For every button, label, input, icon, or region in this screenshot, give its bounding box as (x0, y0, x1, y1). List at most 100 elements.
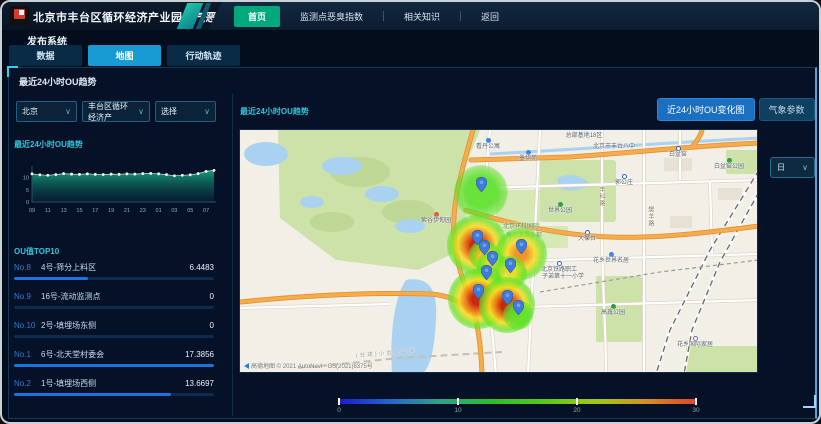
rank-label: No.8 (14, 263, 41, 272)
map-label: 大葆台 (578, 230, 596, 243)
map-label: 丰科路 (597, 186, 604, 207)
ou-value: 0 (210, 292, 214, 301)
station-name: 4号-筛分上料区 (41, 262, 190, 273)
map-label: 北京市丰台八中 (593, 144, 635, 151)
svg-text:5: 5 (26, 188, 29, 194)
scale-tick-label: 20 (573, 407, 580, 414)
scale-tick-mark (338, 398, 340, 405)
attribution-text: 高德地图 © 2021 AutoNavi - GS(2021)6375号 (251, 361, 373, 370)
select-value: 北京 (22, 106, 38, 117)
station-name: 1号-填埋场西侧 (41, 378, 185, 389)
ou-value: 0 (210, 321, 214, 330)
svg-text:0: 0 (26, 200, 29, 206)
scale-tick-mark (457, 398, 459, 405)
poi-icon (608, 252, 613, 257)
station-name: 16号-流动监测点 (41, 291, 210, 302)
chevron-down-icon: ∨ (802, 163, 808, 172)
map-pin[interactable] (505, 258, 516, 273)
map-label: 白盆窑公园 (714, 158, 744, 171)
svg-text:23: 23 (140, 208, 146, 214)
select-value: 丰台区循环经济产 (88, 101, 135, 123)
scale-tick-mark (576, 398, 578, 405)
map-buttons: 近24小时OU变化图气象参数 (657, 98, 815, 121)
map-pin[interactable] (487, 251, 498, 266)
nav-home[interactable]: 首页 (234, 6, 280, 27)
rank-bar (14, 306, 214, 309)
map-period-value: 日 (777, 162, 785, 173)
ranking-row: No.102号-填埋场东侧0 (14, 317, 214, 346)
station-name: 2号-填埋场东侧 (41, 320, 210, 331)
poi-icon (557, 202, 562, 207)
metro-station-icon (621, 174, 626, 179)
chart-label: 最近24小时OU趋势 (14, 139, 83, 150)
map-pin[interactable] (481, 265, 492, 280)
map-section-label: 最近24小时OU趋势 (240, 106, 309, 117)
map-label: 郭公庄 (615, 174, 633, 187)
svg-text:19: 19 (108, 208, 114, 214)
tab-track[interactable]: 行动轨迹 (167, 45, 240, 66)
ranking-row: No.21号-填埋场西侧13.6697 (14, 375, 214, 404)
map-pin[interactable] (516, 239, 527, 254)
map-period-select[interactable]: 日 ∨ (770, 157, 815, 178)
poi-icon (610, 304, 615, 309)
ou-value: 17.3856 (185, 350, 214, 359)
svg-text:07: 07 (203, 208, 209, 214)
svg-text:05: 05 (187, 208, 193, 214)
park-select[interactable]: 丰台区循环经济产∨ (82, 101, 150, 122)
svg-text:11: 11 (45, 208, 51, 214)
map-label: 高鑫公园 (601, 304, 625, 317)
city-select[interactable]: 北京∨ (16, 101, 77, 122)
top-nav: 首页 监测点恶臭指数 相关知识 返回 (208, 2, 819, 30)
heat-scale-gradient (339, 399, 696, 404)
map-label: 紫谷伊甸园 (421, 212, 451, 225)
rank-label: No.2 (14, 379, 41, 388)
heat-scale: 0102030 (339, 399, 696, 415)
map-label: 花乡世界名居 (593, 252, 629, 265)
weather-params-button[interactable]: 气象参数 (759, 98, 815, 121)
furniture-mall-icon (692, 336, 697, 341)
rank-label: No.10 (14, 321, 41, 330)
panel-corner-accent (7, 66, 18, 77)
tab-map[interactable]: 地图 (88, 45, 161, 66)
ou-change-chart-button[interactable]: 近24小时OU变化图 (657, 98, 755, 121)
filter-selects: 北京∨丰台区循环经济产∨选择∨ (16, 101, 216, 122)
rank-bar (14, 393, 214, 396)
tab-data[interactable]: 数据 (9, 45, 82, 66)
svg-text:10: 10 (23, 176, 29, 182)
station-select[interactable]: 选择∨ (155, 101, 216, 122)
poi-icon (485, 138, 490, 143)
poi-icon (726, 158, 731, 163)
map-pin[interactable] (502, 290, 513, 305)
ou-ranking-list: No.84号-筛分上料区6.4483No.916号-流动监测点0No.102号-… (14, 259, 214, 404)
scale-tick-label: 10 (454, 407, 461, 414)
map-label: 看丹公寓 (476, 138, 500, 151)
nav-back[interactable]: 返回 (477, 10, 503, 23)
amap-logo-icon (244, 363, 249, 369)
top-bar: 北京市丰台区循环经济产业园大气恶臭状况实时 首页监测点恶臭指数相关知识返回 (2, 2, 819, 30)
map-pin[interactable] (476, 177, 487, 192)
rank-bar (14, 277, 214, 280)
nav-knowledge[interactable]: 相关知识 (400, 10, 444, 23)
map-label: 墨华苑 (519, 150, 537, 163)
map-canvas[interactable]: 看丹公寓墨华苑总部基地18区北京市丰台八中白盆窑白盆窑公园郭公庄世界公园北京环科… (239, 129, 758, 373)
ou-trend-chart: 0510091113151719212301030507 (10, 154, 222, 222)
nav-separator (383, 11, 384, 21)
ou-value: 13.6697 (185, 379, 214, 388)
ou-value: 6.4483 (190, 263, 214, 272)
map-pin[interactable] (473, 284, 484, 299)
svg-text:21: 21 (124, 208, 130, 214)
rank-bar (14, 364, 214, 367)
nav-odor-index[interactable]: 监测点恶臭指数 (296, 10, 367, 23)
sidebar-divider (232, 94, 233, 416)
ranking-row: No.84号-筛分上料区6.4483 (14, 259, 214, 288)
chevron-down-icon: ∨ (204, 107, 210, 116)
rank-bar (14, 335, 214, 338)
scale-tick-label: 0 (337, 407, 341, 414)
svg-text:13: 13 (61, 208, 67, 214)
app-window: 北京市丰台区循环经济产业园大气恶臭状况实时 首页监测点恶臭指数相关知识返回 发布… (0, 0, 821, 424)
map-pin[interactable] (513, 300, 524, 315)
view-tabs: 数据地图行动轨迹 (9, 45, 240, 66)
metro-station-icon (675, 146, 680, 151)
map-attribution: 高德地图 © 2021 AutoNavi - GS(2021)6375号 (244, 361, 373, 370)
metro-station-icon (556, 261, 561, 266)
